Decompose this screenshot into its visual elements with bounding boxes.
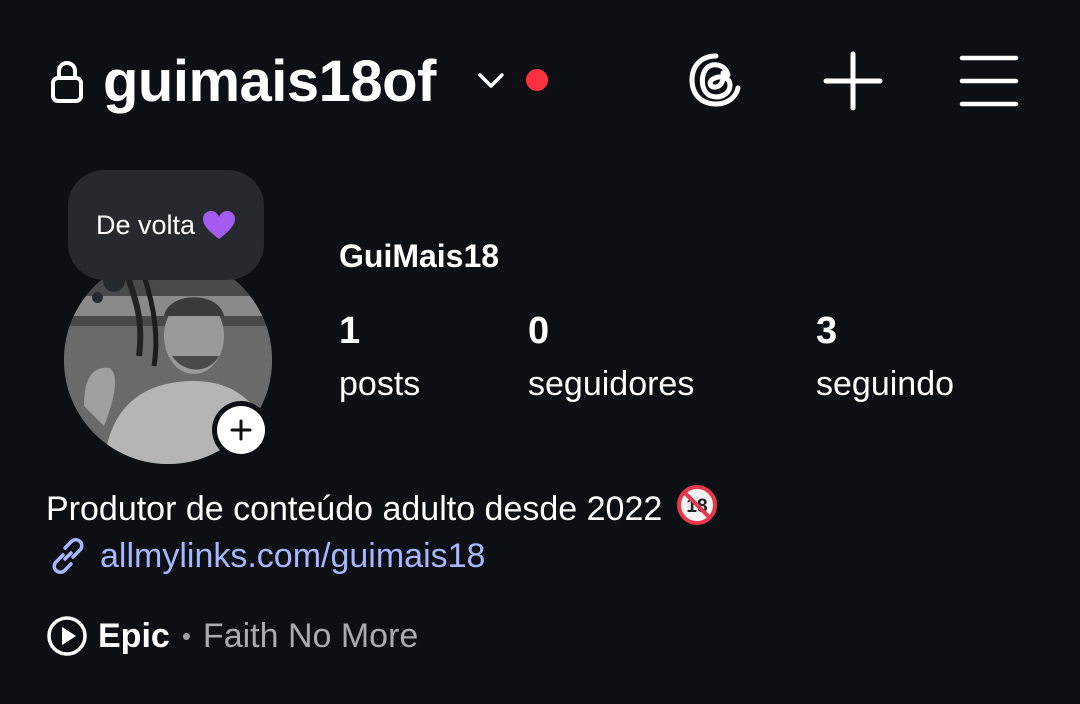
top-bar: guimais18of [0,0,1080,160]
chevron-down-icon[interactable] [475,66,507,94]
no-one-under-eighteen-icon: 18 [676,485,717,525]
profile-music[interactable]: Epic • Faith No More [46,613,418,659]
stat-posts[interactable]: 1 posts [339,306,420,408]
stat-value: 1 [339,310,361,352]
bio-link[interactable]: allmylinks.com/guimais18 [46,534,485,578]
artist-name: Faith No More [202,617,419,655]
stat-label: seguidores [528,365,695,403]
add-story-circle [217,406,265,454]
purple-heart-icon [203,211,236,239]
note-bubble-tail [103,270,125,292]
display-name: GuiMais18 [339,238,500,274]
stat-followers[interactable]: 0 seguidores [528,306,694,408]
stat-label: posts [339,365,421,403]
song-title: Epic [98,617,170,655]
note-text: De volta [95,209,196,240]
bio-text: Produtor de conteúdo adulto desde 2022 [46,490,663,528]
notification-dot [526,69,548,91]
stat-label: seguindo [816,365,955,403]
add-story-button[interactable] [212,401,270,459]
link-icon [52,538,84,574]
separator: • [181,621,191,651]
stat-value: 0 [528,310,550,352]
stat-value: 3 [816,310,838,352]
profile-avatar-container[interactable] [64,256,274,466]
threads-icon[interactable] [684,48,748,112]
stat-following[interactable]: 3 seguindo [816,306,954,408]
plus-icon[interactable] [822,50,884,112]
bio-text-row: Produtor de conteúdo adulto desde 2022 1… [46,484,718,531]
bio-link-text[interactable]: allmylinks.com/guimais18 [100,534,485,578]
note-bubble-tail-small [92,292,103,303]
account-username[interactable]: guimais18of [103,46,436,118]
play-icon[interactable] [46,615,88,657]
hamburger-menu-icon[interactable] [958,50,1020,112]
plus-icon [230,419,252,441]
note-bubble[interactable]: De volta [68,170,264,280]
lock-icon [51,61,83,103]
